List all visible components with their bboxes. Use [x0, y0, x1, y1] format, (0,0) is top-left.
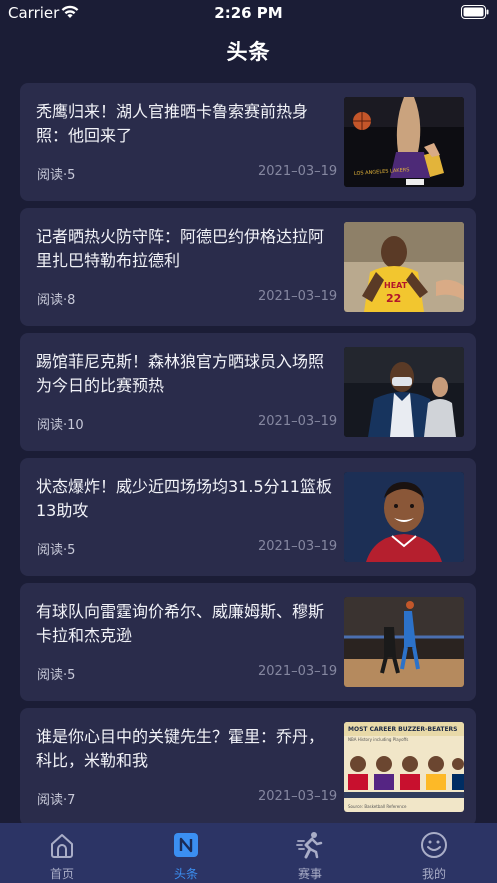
news-title: 记者晒热火防守阵：阿德巴约伊格达拉阿里扎巴特勒布拉德利	[36, 227, 325, 270]
smiley-icon	[420, 831, 448, 859]
read-count: 阅读·5	[37, 543, 76, 558]
tab-label: 首页	[49, 867, 74, 881]
news-feed[interactable]: 秃鹰归来！湖人官推晒卡鲁索赛前热身照：他回来了 阅读·5 2021–03–19 …	[20, 83, 476, 833]
status-bar: Carrier 2:26 PM	[0, 0, 497, 26]
read-count: 阅读·7	[37, 793, 76, 808]
publish-date: 2021–03–19	[258, 789, 338, 804]
news-thumbnail	[344, 597, 464, 687]
tab-games[interactable]: 赛事	[248, 823, 372, 883]
tab-label: 我的	[421, 867, 446, 881]
read-count: 阅读·5	[37, 168, 76, 183]
news-title: 有球队向雷霆询价希尔、威廉姆斯、穆斯卡拉和杰克逊	[36, 602, 325, 645]
publish-date: 2021–03–19	[258, 289, 338, 304]
tab-label: 赛事	[297, 867, 322, 881]
news-title: 踢馆菲尼克斯！森林狼官方晒球员入场照为今日的比赛预热	[36, 352, 325, 395]
publish-date: 2021–03–19	[258, 664, 338, 679]
page-title: 头条	[226, 40, 271, 64]
home-icon	[48, 831, 76, 859]
news-card[interactable]: 有球队向雷霆询价希尔、威廉姆斯、穆斯卡拉和杰克逊 阅读·5 2021–03–19	[20, 583, 476, 701]
news-thumbnail: HEAT 22	[344, 222, 464, 312]
battery-icon	[461, 5, 489, 23]
graphic-title: MOST CAREER BUZZER-BEATERS	[348, 726, 458, 733]
publish-date: 2021–03–19	[258, 414, 338, 429]
graphic-subtitle: NBA History including Playoffs	[348, 737, 408, 742]
news-card[interactable]: 谁是你心目中的关键先生？霍里：乔丹，科比，米勒和我 阅读·7 2021–03–1…	[20, 708, 476, 826]
read-count: 阅读·5	[37, 668, 76, 683]
tab-home[interactable]: 首页	[0, 823, 124, 883]
news-thumbnail: MOST CAREER BUZZER-BEATERS NBA History i…	[344, 722, 464, 812]
publish-date: 2021–03–19	[258, 164, 338, 179]
runner-icon	[296, 831, 324, 859]
tab-profile[interactable]: 我的	[372, 823, 496, 883]
news-thumbnail: LOS ANGELES LAKERS	[344, 97, 464, 187]
publish-date: 2021–03–19	[258, 539, 338, 554]
read-count: 阅读·8	[37, 293, 76, 308]
status-time: 2:26 PM	[214, 4, 283, 22]
news-card[interactable]: 记者晒热火防守阵：阿德巴约伊格达拉阿里扎巴特勒布拉德利 阅读·8 2021–03…	[20, 208, 476, 326]
news-icon	[172, 831, 200, 859]
tab-news[interactable]: 头条	[124, 823, 248, 883]
news-card[interactable]: 状态爆炸！威少近四场场均31.5分11篮板13助攻 阅读·5 2021–03–1…	[20, 458, 476, 576]
news-title: 状态爆炸！威少近四场场均31.5分11篮板13助攻	[36, 477, 332, 520]
heat-text: HEAT	[384, 281, 408, 290]
heat-number: 22	[386, 292, 401, 305]
news-thumbnail	[344, 347, 464, 437]
graphic-source: Source: Basketball Reference	[348, 804, 407, 809]
news-title: 谁是你心目中的关键先生？霍里：乔丹，科比，米勒和我	[36, 727, 325, 770]
tab-label: 头条	[173, 867, 198, 881]
tab-bar: 首页 头条 赛事 我的	[0, 823, 497, 883]
news-title: 秃鹰归来！湖人官推晒卡鲁索赛前热身照：他回来了	[36, 102, 309, 145]
news-card[interactable]: 踢馆菲尼克斯！森林狼官方晒球员入场照为今日的比赛预热 阅读·10 2021–03…	[20, 333, 476, 451]
read-count: 阅读·10	[37, 418, 84, 433]
news-thumbnail	[344, 472, 464, 562]
news-card[interactable]: 秃鹰归来！湖人官推晒卡鲁索赛前热身照：他回来了 阅读·5 2021–03–19 …	[20, 83, 476, 201]
